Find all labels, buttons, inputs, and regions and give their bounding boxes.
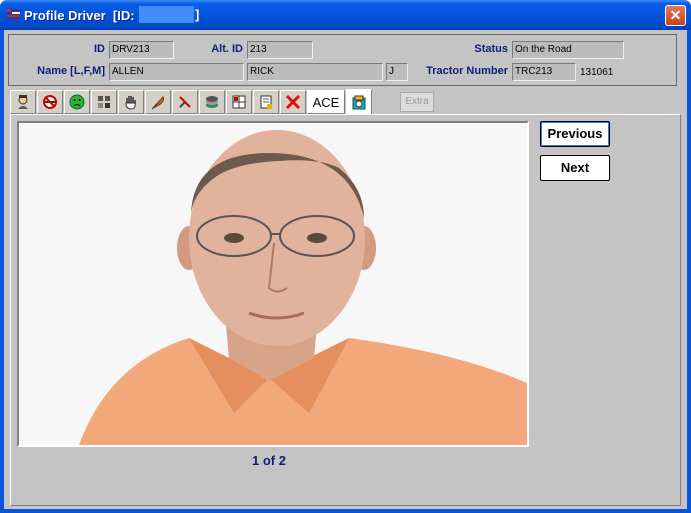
driver-icon: [18, 95, 28, 109]
stack-icon: [206, 96, 218, 108]
tab-tools[interactable]: [172, 90, 198, 114]
title-id-close-bracket: ]: [195, 7, 200, 22]
grid-icon: [232, 95, 246, 109]
tab-hand[interactable]: [118, 90, 144, 114]
last-name-field[interactable]: ALLEN: [109, 63, 244, 81]
driver-photo: [17, 121, 529, 447]
app-icon: [7, 9, 20, 19]
tab-no-smoking[interactable]: [37, 90, 63, 114]
status-label: Status: [474, 43, 508, 55]
window-title: Profile Driver [ID:: [24, 8, 135, 23]
group-icon: [98, 96, 110, 108]
feather-icon: [151, 96, 164, 110]
ace-label: ACE: [312, 94, 340, 110]
driver-header-panel: ID DRV213 Alt. ID 213 Status On the Road…: [8, 34, 677, 86]
profile-driver-window: Profile Driver [ID: ] ✕ ID DRV213 Alt. I…: [0, 0, 691, 513]
face-icon: [69, 94, 85, 110]
middle-initial-field[interactable]: J: [386, 63, 408, 81]
id-field[interactable]: DRV213: [109, 41, 174, 59]
photo-pager: 1 of 2: [252, 453, 286, 468]
tab-feather[interactable]: [145, 90, 171, 114]
tab-face[interactable]: [64, 90, 90, 114]
status-field[interactable]: On the Road: [512, 41, 624, 59]
photo-panel: Previous Next 1 of 2: [10, 114, 681, 506]
delete-icon: [285, 94, 301, 110]
close-button[interactable]: ✕: [665, 5, 686, 26]
tab-group[interactable]: [91, 90, 117, 114]
photo-icon: [352, 95, 366, 109]
tab-grid[interactable]: [226, 90, 252, 114]
extra-button[interactable]: Extra: [400, 92, 434, 112]
id-label: ID: [94, 43, 105, 55]
note-icon: [260, 95, 272, 109]
tab-strip: ACE Extra: [10, 89, 690, 115]
name-label: Name [L,F,M]: [37, 65, 105, 77]
tab-delete[interactable]: [280, 90, 306, 114]
tab-note[interactable]: [253, 90, 279, 114]
client-area: ID DRV213 Alt. ID 213 Status On the Road…: [4, 30, 687, 509]
tab-ace[interactable]: ACE: [307, 90, 345, 114]
previous-button[interactable]: Previous: [540, 121, 610, 147]
tools-icon: [179, 96, 191, 108]
title-bar: Profile Driver [ID: ] ✕: [0, 0, 691, 30]
alt-id-field[interactable]: 213: [247, 41, 313, 59]
tab-stack[interactable]: [199, 90, 225, 114]
tab-photo[interactable]: [346, 89, 372, 115]
hand-icon: [125, 96, 136, 110]
driver-portrait-image: [19, 123, 527, 445]
no-smoking-icon: [43, 95, 57, 109]
tractor-number-field[interactable]: TRC213: [512, 63, 576, 81]
tab-driver[interactable]: [10, 90, 36, 114]
tractor-number-label: Tractor Number: [426, 65, 508, 77]
alt-id-label: Alt. ID: [211, 43, 243, 55]
first-name-field[interactable]: RICK: [247, 63, 383, 81]
tractor-extra-value: 131061: [580, 67, 614, 78]
redacted-id: [139, 6, 194, 23]
next-button[interactable]: Next: [540, 155, 610, 181]
